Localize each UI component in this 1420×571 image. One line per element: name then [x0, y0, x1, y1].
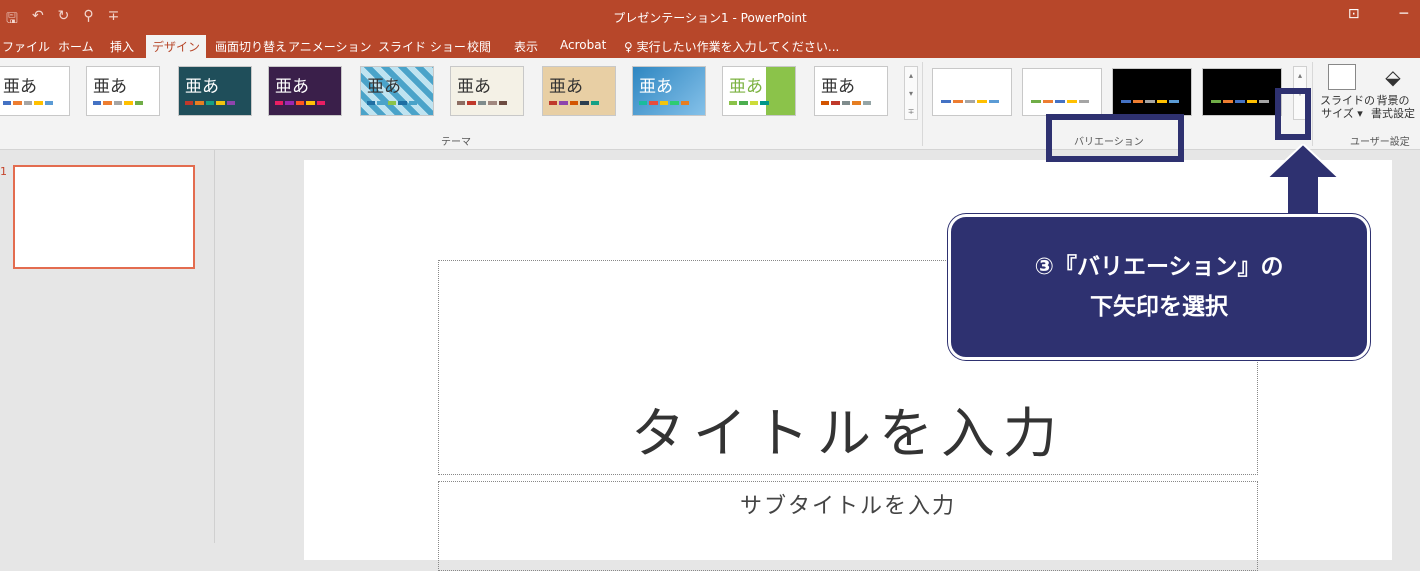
more-button-highlight [1275, 88, 1311, 140]
tab-file[interactable]: ファイル [2, 38, 50, 55]
slide-number: 1 [0, 165, 7, 178]
theme-sample-text: 亜あ [3, 77, 37, 97]
slide-size-button[interactable]: スライドの サイズ ▾ [1320, 64, 1375, 120]
ribbon-tabs: ファイル ホーム 挿入 デザイン 画面切り替え アニメーション スライド ショー… [0, 35, 1420, 58]
themes-gallery-scroll[interactable]: ▴ ▾ ∓ [904, 66, 918, 120]
slide-thumbnail[interactable] [13, 165, 195, 269]
window-title: プレゼンテーション1 - PowerPoint [613, 11, 807, 25]
tab-insert[interactable]: 挿入 [110, 38, 134, 55]
theme-sample-text: 亜あ [639, 77, 673, 97]
tab-home[interactable]: ホーム [58, 38, 94, 55]
ribbon-display-icon[interactable]: ⊡ [1348, 6, 1360, 22]
theme-thumb[interactable]: 亜あ [450, 66, 524, 116]
variant-thumb[interactable] [932, 68, 1012, 116]
theme-sample-text: 亜あ [457, 77, 491, 97]
slide-thumbnails-pane: 1 [0, 150, 215, 543]
theme-sample-text: 亜あ [185, 77, 219, 97]
theme-sample-text: 亜あ [729, 77, 763, 97]
theme-sample-text: 亜あ [367, 77, 401, 97]
instruction-callout: ③『バリエーション』の 下矢印を選択 [948, 214, 1370, 360]
tab-design[interactable]: デザイン [146, 35, 207, 58]
up-arrow-icon [1267, 144, 1339, 214]
variations-label-highlight [1046, 114, 1184, 162]
tab-transitions[interactable]: 画面切り替え [215, 38, 287, 55]
theme-sample-text: 亜あ [275, 77, 309, 97]
themes-group-label: テーマ [441, 137, 471, 148]
theme-thumb[interactable]: 亜あ [814, 66, 888, 116]
theme-thumb[interactable]: 亜あ [632, 66, 706, 116]
title-bar: 🖫 ↶ ↻ ⚲ ∓ プレゼンテーション1 - PowerPoint ⊡ ─ [0, 0, 1420, 35]
theme-sample-text: 亜あ [549, 77, 583, 97]
theme-thumb[interactable]: 亜あ [86, 66, 160, 116]
variant-thumb[interactable] [1202, 68, 1282, 116]
theme-thumb[interactable]: 亜あ [178, 66, 252, 116]
tab-view[interactable]: 表示 [514, 38, 538, 55]
tab-animations[interactable]: アニメーション [288, 38, 372, 55]
theme-thumb[interactable]: 亜あ [360, 66, 434, 116]
slide-size-icon [1328, 64, 1356, 90]
tab-slideshow[interactable]: スライド ショー [378, 38, 466, 55]
variant-thumb[interactable] [1022, 68, 1102, 116]
callout-line-1: ③『バリエーション』の [1034, 254, 1284, 280]
callout-line-2: 下矢印を選択 [1090, 294, 1228, 320]
theme-thumb[interactable]: 亜あ [0, 66, 70, 116]
tell-me-search[interactable]: ♀ 実行したい作業を入力してください... [624, 38, 839, 55]
customize-group-label: ユーザー設定 [1350, 137, 1410, 148]
format-background-button[interactable]: ⬙ 背景の 書式設定 [1368, 64, 1418, 120]
tab-review[interactable]: 校閲 [467, 38, 491, 55]
subtitle-placeholder-text: サブタイトルを入力 [739, 494, 956, 519]
theme-thumb[interactable]: 亜あ [268, 66, 342, 116]
title-placeholder-text: タイトルを入力 [631, 402, 1065, 465]
theme-thumb[interactable]: 亜あ [722, 66, 796, 116]
theme-sample-text: 亜あ [821, 77, 855, 97]
theme-thumb[interactable]: 亜あ [542, 66, 616, 116]
paint-bucket-icon: ⬙ [1385, 65, 1401, 89]
ribbon: 亜あ 亜あ 亜あ 亜あ 亜あ 亜あ 亜あ 亜あ 亜あ 亜あ ▴▾∓ テーマ [0, 58, 1420, 150]
theme-sample-text: 亜あ [93, 77, 127, 97]
minimize-icon[interactable]: ─ [1400, 6, 1408, 22]
variant-thumb[interactable] [1112, 68, 1192, 116]
window-controls: ⊡ ─ [1348, 6, 1408, 22]
tab-acrobat[interactable]: Acrobat [560, 38, 606, 52]
subtitle-placeholder[interactable]: サブタイトルを入力 [438, 481, 1258, 571]
